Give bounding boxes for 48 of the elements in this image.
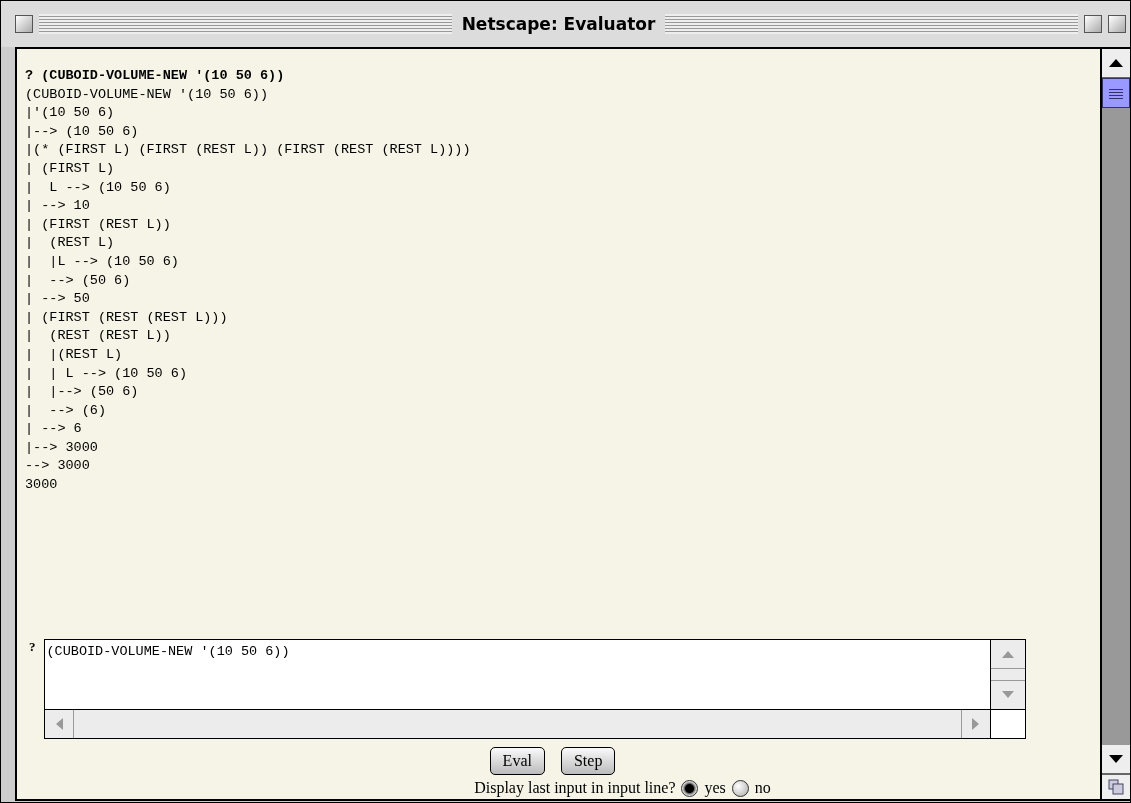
- transcript-line: --> 3000: [25, 457, 91, 476]
- down-arrow-icon: [1001, 691, 1014, 699]
- horizontal-scrollbar[interactable]: [44, 710, 991, 738]
- transcript-line: | (FIRST (REST L)): [25, 215, 172, 234]
- transcript-line: | |(REST L): [25, 345, 124, 364]
- up-arrow-icon: [1109, 59, 1123, 67]
- transcript-line: |(* (FIRST L) (FIRST (REST L)) (FIRST (REST (REST L)))): [25, 141, 472, 160]
- radio-button[interactable]: [681, 779, 699, 797]
- transcript-line: (CUBOID-VOLUME-NEW '(10 50 6)): [25, 85, 270, 104]
- transcript-line: | --> 50: [25, 290, 91, 309]
- transcript-line: | |--> (50 6): [25, 383, 140, 402]
- transcript-line: | --> (6): [25, 401, 107, 420]
- left-arrow-icon: [54, 718, 63, 730]
- right-arrow-icon: [971, 718, 980, 730]
- prompt-mark: ?: [29, 639, 36, 656]
- transcript-line: | (REST L): [25, 234, 116, 253]
- radio-label: yes: [704, 779, 726, 797]
- radio-label: no: [754, 779, 771, 797]
- radio-button[interactable]: [731, 779, 749, 797]
- down-arrow-icon: [1109, 755, 1123, 763]
- transcript-line: | (FIRST (REST (REST L))): [25, 308, 229, 327]
- transcript-line: | --> 6: [25, 420, 83, 439]
- transcript-line: |--> (10 50 6): [25, 122, 140, 141]
- scroll-thumb[interactable]: [1102, 78, 1130, 108]
- transcript-line: | | L --> (10 50 6): [25, 364, 189, 383]
- vertical-scrollbar[interactable]: [989, 640, 1025, 709]
- up-arrow-icon: [1001, 650, 1014, 658]
- transcript-line: | (REST (REST L)): [25, 327, 172, 346]
- transcript-line: |--> 3000: [25, 438, 99, 457]
- transcript-line: | |L --> (10 50 6): [25, 252, 180, 271]
- zoom-box[interactable]: [1084, 15, 1102, 33]
- transcript-line: |'(10 50 6): [25, 104, 116, 123]
- transcript-line: | L --> (10 50 6): [25, 178, 172, 197]
- window-scrollbar[interactable]: [1100, 49, 1130, 799]
- transcript-line: | --> (50 6): [25, 271, 132, 290]
- collapse-box[interactable]: [1108, 15, 1126, 33]
- close-box[interactable]: [15, 15, 33, 33]
- transcript-line: | --> 10: [25, 197, 91, 216]
- eval-button[interactable]: Eval: [489, 747, 545, 775]
- option-label: Display last input in input line?: [474, 779, 676, 797]
- window-title: Netscape: Evaluator: [460, 14, 657, 34]
- resize-icon[interactable]: [1108, 779, 1124, 795]
- transcript-line: 3000: [25, 476, 59, 495]
- input-field[interactable]: (CUBOID-VOLUME-NEW '(10 50 6)): [44, 640, 990, 709]
- transcript-line: | (FIRST L): [25, 159, 116, 178]
- scrollbar-corner: [990, 710, 1025, 738]
- transcript-line: ? (CUBOID-VOLUME-NEW '(10 50 6)): [25, 67, 286, 85]
- step-button[interactable]: Step: [560, 747, 616, 775]
